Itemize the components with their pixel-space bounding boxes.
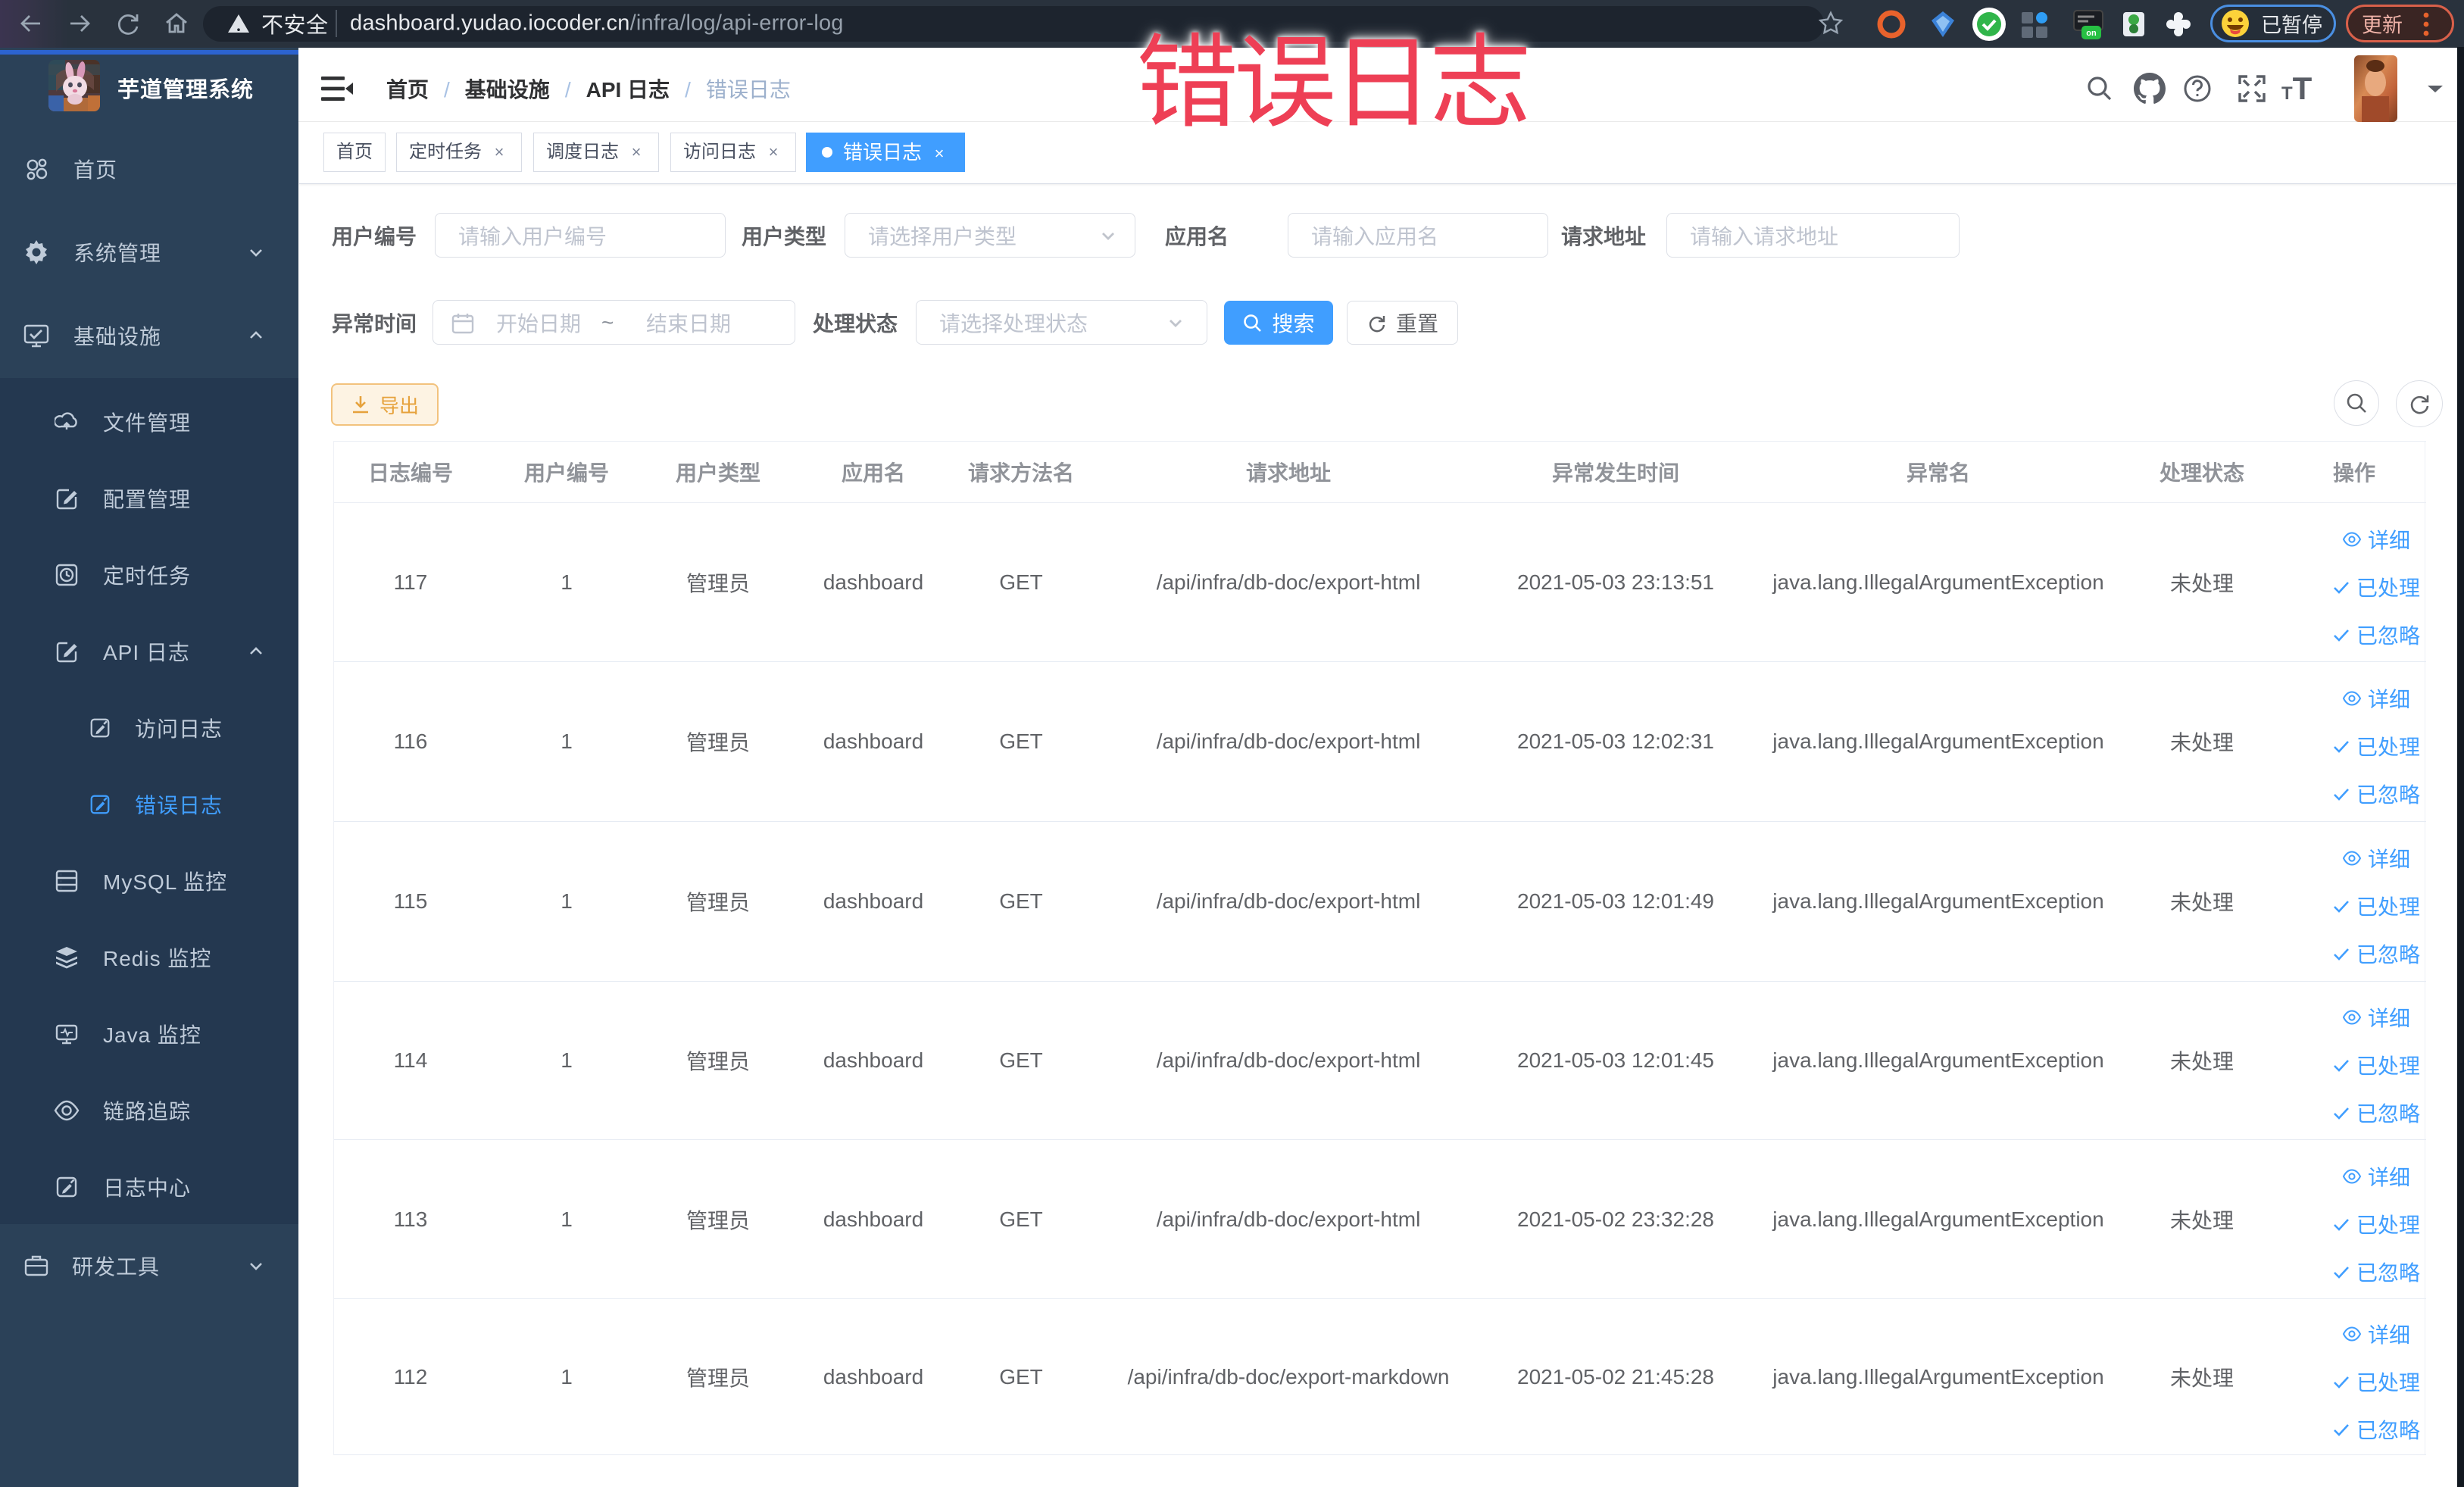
svg-text:on: on (2086, 29, 2097, 38)
